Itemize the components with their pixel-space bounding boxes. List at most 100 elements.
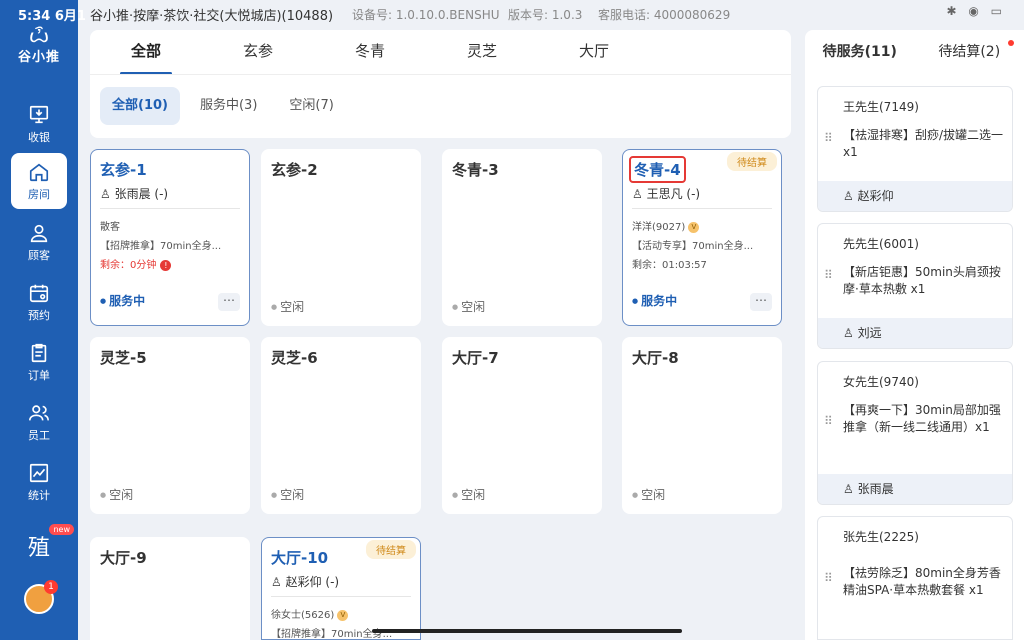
assigned-staff: ♙ 张雨晨 — [818, 474, 1012, 504]
room-card[interactable]: 灵芝-6 空闲 — [261, 337, 421, 514]
room-status: 空闲 — [452, 486, 485, 503]
tab-dongqing[interactable]: 冬青 — [314, 30, 426, 74]
sidebar-item-cashier[interactable]: 收银 — [11, 96, 67, 152]
avatar[interactable]: 1 — [24, 580, 58, 614]
sidebar-item-customers[interactable]: 顾客 — [11, 214, 67, 270]
room-name: 大厅-7 — [452, 349, 499, 367]
room-service: 【活动专享】70min全身... — [632, 241, 754, 252]
logo-icon: ѽ — [28, 23, 50, 47]
room-card[interactable]: 玄参-2 空闲 — [261, 149, 421, 326]
service-name: 【新店钜惠】50min头肩颈按摩·草本热敷 x1 — [843, 265, 1001, 296]
staff-icon: ♙ — [843, 482, 858, 496]
sidebar-item-stats[interactable]: 统计 — [11, 454, 67, 510]
tab-hall[interactable]: 大厅 — [538, 30, 650, 74]
room-filter-panel: 全部 玄参 冬青 灵芝 大厅 全部(10) 服务中(3) 空闲(7) — [90, 30, 791, 138]
sidebar-item-label: 统计 — [28, 488, 50, 502]
home-indicator[interactable] — [372, 629, 682, 633]
queue-order-card[interactable]: 女先生(9740) ⠿ 【再爽一下】30min局部加强推拿（新一线二线通用）x1… — [817, 361, 1013, 505]
status-filters: 全部(10) 服务中(3) 空闲(7) — [100, 87, 346, 125]
room-staff: ♙ 王思凡 (-) — [632, 187, 701, 201]
logo: ѽ 谷小推 — [0, 24, 78, 65]
room-card[interactable]: 大厅-8 空闲 — [622, 337, 782, 514]
device-number: 设备号: 1.0.10.0.BENSHU — [352, 8, 500, 22]
clock: 5:34 6月1 — [18, 9, 86, 24]
drag-handle-icon[interactable]: ⠿ — [824, 571, 833, 585]
room-card[interactable]: 大厅-10 待结算 ♙ 赵彩仰 (-) 徐女士(5626) V 【招牌推拿】70… — [261, 537, 421, 640]
room-name: 大厅-9 — [100, 549, 147, 567]
order-queue-panel: 待服务(11) 待结算(2) 王先生(7149) ⠿ 【祛湿排寒】刮痧/拔罐二选… — [805, 30, 1024, 640]
filter-in-service[interactable]: 服务中(3) — [188, 87, 269, 125]
pending-settlement-tag: 待结算 — [727, 152, 777, 171]
tab-pending-service[interactable]: 待服务(11) — [805, 30, 915, 74]
calendar-icon — [29, 284, 49, 302]
customer-name: 先先生(6001) — [843, 237, 919, 251]
tab-all[interactable]: 全部 — [90, 30, 202, 75]
room-name: 大厅-8 — [632, 349, 679, 367]
room-status: 服务中 — [100, 292, 145, 309]
room-customer: 徐女士(5626) V — [271, 606, 349, 621]
room-name: 玄参-1 — [100, 161, 147, 179]
store-name: 谷小推·按摩·茶饮·社交(大悦城店)(10488) — [90, 9, 334, 24]
drag-handle-icon[interactable]: ⠿ — [824, 268, 833, 282]
room-status: 服务中 — [632, 292, 677, 309]
sidebar-item-orders[interactable]: 订单 — [11, 334, 67, 390]
area-tabs: 全部 玄参 冬青 灵芝 大厅 — [90, 30, 791, 75]
sidebar-item-booking[interactable]: 预约 — [11, 274, 67, 330]
tab-xuanshen[interactable]: 玄参 — [202, 30, 314, 74]
staff-icon: ♙ — [843, 326, 858, 340]
sidebar-item-label: 员工 — [28, 428, 50, 442]
room-remaining: 剩余：0分钟! — [100, 256, 172, 271]
assigned-staff: ♙ 刘远 — [818, 318, 1012, 348]
more-options-button[interactable]: ⋯ — [750, 293, 772, 311]
service-name: 【祛湿排寒】刮痧/拔罐二选一 x1 — [843, 128, 1004, 159]
version-number: 版本号: 1.0.3 — [508, 8, 583, 22]
alert-icon: ! — [160, 260, 172, 271]
staff-icon: ♙ — [632, 187, 647, 201]
promo-button[interactable]: 殖 new — [22, 524, 74, 564]
queue-order-card[interactable]: 先先生(6001) ⠿ 【新店钜惠】50min头肩颈按摩·草本热敷 x1 ♙ 刘… — [817, 223, 1013, 349]
filter-all[interactable]: 全部(10) — [100, 87, 180, 125]
room-staff: ♙ 赵彩仰 (-) — [271, 575, 340, 589]
room-card[interactable]: 冬青-4 待结算 ♙ 王思凡 (-) 洋洋(9027) V 【活动专享】70mi… — [622, 149, 782, 326]
notification-badge: 1 — [44, 580, 58, 594]
filter-idle[interactable]: 空闲(7) — [277, 87, 345, 125]
room-name: 大厅-10 — [271, 549, 329, 567]
cashier-icon — [29, 105, 49, 123]
status-bar: 5:34 6月1 谷小推·按摩·茶饮·社交(大悦城店)(10488) 设备号: … — [0, 0, 1024, 26]
customer-icon — [30, 224, 48, 242]
drag-handle-icon[interactable]: ⠿ — [824, 414, 833, 428]
queue-order-card[interactable]: 张先生(2225) ⠿ 【祛劳除乏】80min全身芳香精油SPA·草本热敷套餐 … — [817, 516, 1013, 640]
sidebar-item-rooms[interactable]: 房间 — [11, 153, 67, 209]
room-name: 冬青-4 — [629, 156, 686, 183]
tab-pending-settlement[interactable]: 待结算(2) — [915, 30, 1024, 74]
assigned-staff: ♙ 赵彩仰 — [818, 181, 1012, 211]
room-remaining: 剩余：01:03:57 — [632, 260, 707, 271]
sidebar-item-label: 房间 — [28, 187, 50, 201]
divider — [632, 208, 772, 209]
sidebar-item-staff[interactable]: 员工 — [11, 394, 67, 450]
queue-order-card[interactable]: 王先生(7149) ⠿ 【祛湿排寒】刮痧/拔罐二选一 x1 ♙ 赵彩仰 — [817, 86, 1013, 212]
vip-icon: V — [688, 222, 700, 233]
service-name: 【祛劳除乏】80min全身芳香精油SPA·草本热敷套餐 x1 — [843, 566, 1001, 597]
room-card[interactable]: 大厅-9 — [90, 537, 250, 640]
room-status: 空闲 — [632, 486, 665, 503]
drag-handle-icon[interactable]: ⠿ — [824, 131, 833, 145]
room-card[interactable]: 大厅-7 空闲 — [442, 337, 602, 514]
logo-text: 谷小推 — [17, 50, 60, 65]
room-card[interactable]: 冬青-3 空闲 — [442, 149, 602, 326]
order-icon — [31, 343, 47, 362]
room-name: 灵芝-5 — [100, 349, 147, 367]
room-card[interactable]: 灵芝-5 空闲 — [90, 337, 250, 514]
room-name: 灵芝-6 — [271, 349, 318, 367]
room-card[interactable]: 玄参-1 ♙ 张雨晨 (-) 散客 【招牌推拿】70min全身... 剩余：0分… — [90, 149, 250, 326]
more-options-button[interactable]: ⋯ — [218, 293, 240, 311]
sidebar-item-label: 预约 — [28, 308, 50, 322]
sidebar: ѽ 谷小推 收银 房间 顾客 预约 订单 员工 统计 殖 new 1 — [0, 0, 78, 640]
room-customer: 散客 — [100, 222, 120, 233]
notification-dot — [1008, 40, 1014, 46]
system-icons: ✱ ◉ ▭ — [946, 4, 1006, 18]
new-badge: new — [49, 524, 74, 535]
tab-lingzhi[interactable]: 灵芝 — [426, 30, 538, 74]
divider — [90, 74, 791, 75]
sidebar-item-label: 收银 — [28, 130, 50, 144]
